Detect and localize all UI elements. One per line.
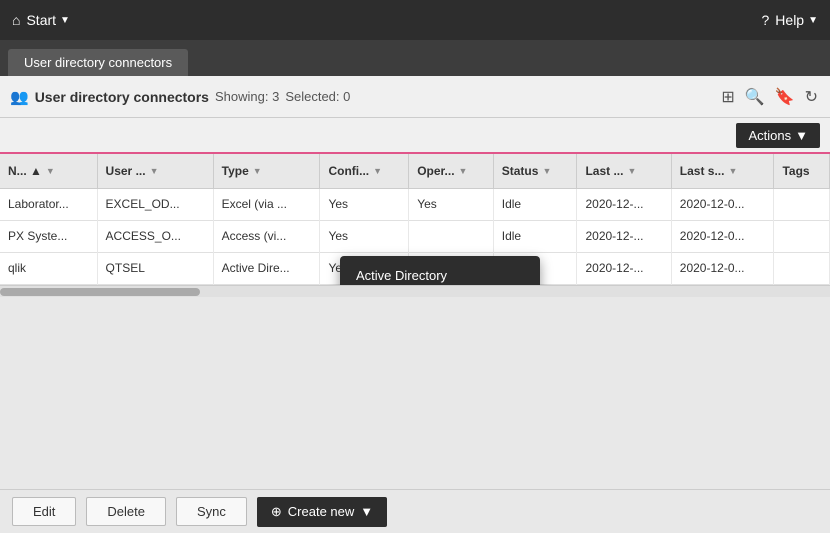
help-label: Help — [775, 12, 804, 28]
start-button[interactable]: Start ▼ — [26, 12, 69, 28]
toolbar-selected: Selected: 0 — [285, 89, 350, 104]
sync-label: Sync — [197, 504, 226, 519]
col-header-config[interactable]: Confi... ▼ — [320, 154, 409, 188]
table-cell: Yes — [320, 220, 409, 252]
question-icon: ? — [762, 12, 770, 28]
table-cell: QTSEL — [97, 252, 213, 284]
table-cell: EXCEL_OD... — [97, 188, 213, 220]
table-cell: PX Syste... — [0, 220, 97, 252]
filter-icon-type[interactable]: ▼ — [253, 166, 262, 176]
create-new-chevron-icon: ▼ — [360, 504, 373, 519]
help-chevron-icon: ▼ — [808, 15, 818, 26]
home-icon: ⌂ — [12, 12, 20, 28]
toolbar-left: 👥 User directory connectors Showing: 3 S… — [10, 88, 711, 106]
table-cell: Yes — [409, 188, 494, 220]
table-cell: 2020-12-... — [577, 188, 671, 220]
col-header-type[interactable]: Type ▼ — [213, 154, 320, 188]
table-container: N... ▲ ▼ User ... ▼ Type ▼ — [0, 154, 830, 285]
table-row[interactable]: Laborator...EXCEL_OD...Excel (via ...Yes… — [0, 188, 830, 220]
breadcrumb-label: User directory connectors — [24, 55, 172, 70]
create-new-button[interactable]: ⊕ Create new ▼ — [257, 497, 387, 527]
edit-button[interactable]: Edit — [12, 497, 76, 526]
col-header-name[interactable]: N... ▲ ▼ — [0, 154, 97, 188]
edit-label: Edit — [33, 504, 55, 519]
toolbar-showing: Showing: 3 — [215, 89, 279, 104]
delete-button[interactable]: Delete — [86, 497, 166, 526]
filter-icon-config[interactable]: ▼ — [373, 166, 382, 176]
nav-left: ⌂ Start ▼ — [12, 12, 70, 28]
filter-icon-last[interactable]: ▼ — [627, 166, 636, 176]
scrollbar-thumb[interactable] — [0, 288, 200, 296]
filter-icon-oper[interactable]: ▼ — [459, 166, 468, 176]
dropdown-item[interactable]: Active Directory — [340, 260, 540, 285]
col-header-status[interactable]: Status ▼ — [493, 154, 577, 188]
nav-right: ? Help ▼ — [762, 12, 819, 28]
start-chevron-icon: ▼ — [60, 15, 70, 26]
table-cell — [774, 252, 830, 284]
delete-label: Delete — [107, 504, 145, 519]
filter-icon-lasts[interactable]: ▼ — [728, 166, 737, 176]
table-cell: ACCESS_O... — [97, 220, 213, 252]
table-cell: Active Dire... — [213, 252, 320, 284]
table-cell: Excel (via ... — [213, 188, 320, 220]
people-icon: 👥 — [10, 88, 29, 106]
plus-icon: ⊕ — [271, 504, 282, 520]
breadcrumb-bar: User directory connectors — [0, 40, 830, 76]
toolbar-right: ⊞ 🔍 🔖 ↻ — [719, 85, 820, 109]
filter-icon-user[interactable]: ▼ — [150, 166, 159, 176]
create-new-label: Create new — [288, 504, 354, 519]
col-header-lasts[interactable]: Last s... ▼ — [671, 154, 774, 188]
horizontal-scrollbar[interactable] — [0, 285, 830, 297]
table-row[interactable]: PX Syste...ACCESS_O...Access (vi...Yes Id… — [0, 220, 830, 252]
table-cell: Idle — [493, 220, 577, 252]
sync-button[interactable]: Sync — [176, 497, 247, 526]
toolbar: 👥 User directory connectors Showing: 3 S… — [0, 76, 830, 118]
table-cell — [409, 220, 494, 252]
actions-chevron-icon: ▼ — [795, 128, 808, 143]
refresh-button[interactable]: ↻ — [803, 85, 820, 109]
table-cell — [774, 220, 830, 252]
actions-bar: Actions ▼ — [0, 118, 830, 154]
table-cell: 2020-12-0... — [671, 252, 774, 284]
bottom-bar: Edit Delete Sync ⊕ Create new ▼ — [0, 489, 830, 533]
table-cell: 2020-12-... — [577, 252, 671, 284]
table-cell: Idle — [493, 188, 577, 220]
top-nav: ⌂ Start ▼ ? Help ▼ — [0, 0, 830, 40]
search-button[interactable]: 🔍 — [743, 85, 767, 109]
actions-label: Actions — [748, 128, 791, 143]
grid-view-button[interactable]: ⊞ — [719, 85, 736, 109]
toolbar-title: User directory connectors — [35, 89, 209, 105]
col-header-user[interactable]: User ... ▼ — [97, 154, 213, 188]
col-header-tags[interactable]: Tags — [774, 154, 830, 188]
table-cell: 2020-12-0... — [671, 188, 774, 220]
filter-icon-name[interactable]: ▼ — [46, 166, 55, 176]
help-button[interactable]: Help ▼ — [775, 12, 818, 28]
table-cell: 2020-12-... — [577, 220, 671, 252]
actions-button[interactable]: Actions ▼ — [736, 123, 820, 148]
table-cell: Laborator... — [0, 188, 97, 220]
col-header-oper[interactable]: Oper... ▼ — [409, 154, 494, 188]
table-cell: qlik — [0, 252, 97, 284]
table-cell — [774, 188, 830, 220]
table-cell: 2020-12-0... — [671, 220, 774, 252]
bookmark-button[interactable]: 🔖 — [773, 85, 797, 109]
col-header-last[interactable]: Last ... ▼ — [577, 154, 671, 188]
start-label: Start — [26, 12, 56, 28]
table-cell: Access (vi... — [213, 220, 320, 252]
filter-icon-status[interactable]: ▼ — [542, 166, 551, 176]
create-new-dropdown: Active DirectoryAdvanced LDAPApacheDSGen… — [340, 256, 540, 285]
table-header-row: N... ▲ ▼ User ... ▼ Type ▼ — [0, 154, 830, 188]
table-cell: Yes — [320, 188, 409, 220]
breadcrumb-tab[interactable]: User directory connectors — [8, 49, 188, 76]
